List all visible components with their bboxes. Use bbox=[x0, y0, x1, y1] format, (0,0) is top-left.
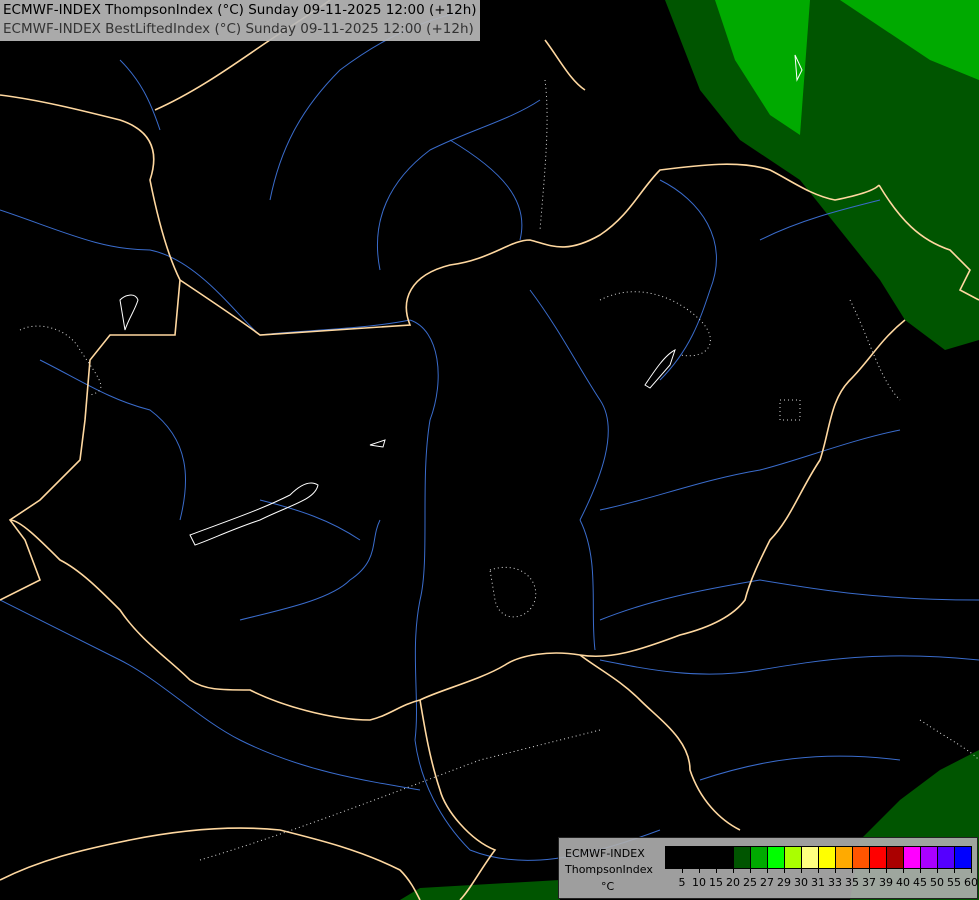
legend-tick-label: 37 bbox=[862, 876, 876, 889]
legend-parameter: ThompsonIndex bbox=[565, 863, 653, 876]
legend-tick bbox=[733, 868, 734, 873]
map-canvas bbox=[0, 0, 979, 900]
legend-tick bbox=[920, 868, 921, 873]
legend-tick bbox=[784, 868, 785, 873]
legend-tick bbox=[869, 868, 870, 873]
legend-tick bbox=[971, 868, 972, 873]
legend-tick-label: 60 bbox=[964, 876, 978, 889]
legend-tick-label: 40 bbox=[896, 876, 910, 889]
legend-swatch bbox=[938, 847, 955, 868]
lakes bbox=[119, 54, 803, 546]
legend-swatch bbox=[853, 847, 870, 868]
legend-swatch bbox=[819, 847, 836, 868]
legend-tick bbox=[801, 868, 802, 873]
legend-tick bbox=[954, 868, 955, 873]
legend-tick-label: 15 bbox=[709, 876, 723, 889]
legend-swatch bbox=[887, 847, 904, 868]
legend-tick-label: 29 bbox=[777, 876, 791, 889]
legend-tick bbox=[937, 868, 938, 873]
legend-tick bbox=[699, 868, 700, 873]
legend-tick bbox=[682, 868, 683, 873]
legend-swatch bbox=[836, 847, 853, 868]
legend-tick bbox=[767, 868, 768, 873]
legend-tick bbox=[716, 868, 717, 873]
legend-swatch bbox=[683, 847, 700, 868]
legend-tick-label: 45 bbox=[913, 876, 927, 889]
legend-tick-label: 39 bbox=[879, 876, 893, 889]
legend-swatch bbox=[904, 847, 921, 868]
legend-tick-label: 20 bbox=[726, 876, 740, 889]
map-title: ECMWF-INDEX ThompsonIndex (°C) Sunday 09… bbox=[0, 0, 480, 41]
legend-tick-label: 27 bbox=[760, 876, 774, 889]
color-legend: ECMWF-INDEX ThompsonIndex °C 5 10 15 20 25 27… bbox=[558, 837, 978, 899]
title-line-thompson-index: ECMWF-INDEX ThompsonIndex (°C) Sunday 09… bbox=[3, 2, 477, 18]
legend-tick-label: 35 bbox=[845, 876, 859, 889]
title-line-best-lifted-index: ECMWF-INDEX BestLiftedIndex (°C) Sunday … bbox=[3, 21, 474, 37]
weather-map[interactable]: ECMWF-INDEX ThompsonIndex (°C) Sunday 09… bbox=[0, 0, 979, 900]
legend-source: ECMWF-INDEX bbox=[565, 847, 645, 860]
legend-tick bbox=[886, 868, 887, 873]
legend-swatch bbox=[768, 847, 785, 868]
legend-swatch bbox=[955, 847, 971, 868]
legend-tick bbox=[835, 868, 836, 873]
legend-tick-label: 33 bbox=[828, 876, 842, 889]
legend-swatch bbox=[700, 847, 717, 868]
legend-tick-label: 30 bbox=[794, 876, 808, 889]
field-area-south bbox=[400, 880, 560, 900]
legend-swatch bbox=[921, 847, 938, 868]
legend-tick bbox=[750, 868, 751, 873]
legend-swatch bbox=[734, 847, 751, 868]
legend-swatch bbox=[785, 847, 802, 868]
legend-tick bbox=[852, 868, 853, 873]
lake-balaton bbox=[189, 482, 319, 546]
legend-tick bbox=[903, 868, 904, 873]
legend-swatch bbox=[717, 847, 734, 868]
legend-swatch bbox=[751, 847, 768, 868]
legend-tick-label: 25 bbox=[743, 876, 757, 889]
legend-swatch bbox=[802, 847, 819, 868]
legend-tick-label: 5 bbox=[678, 876, 686, 889]
legend-tick-label: 50 bbox=[930, 876, 944, 889]
legend-color-bar bbox=[665, 846, 972, 869]
legend-tick-label: 10 bbox=[692, 876, 706, 889]
legend-swatch bbox=[666, 847, 683, 868]
legend-swatch bbox=[870, 847, 887, 868]
legend-unit: °C bbox=[601, 880, 615, 893]
legend-tick-label: 31 bbox=[811, 876, 825, 889]
legend-tick bbox=[818, 868, 819, 873]
legend-tick-label: 55 bbox=[947, 876, 961, 889]
